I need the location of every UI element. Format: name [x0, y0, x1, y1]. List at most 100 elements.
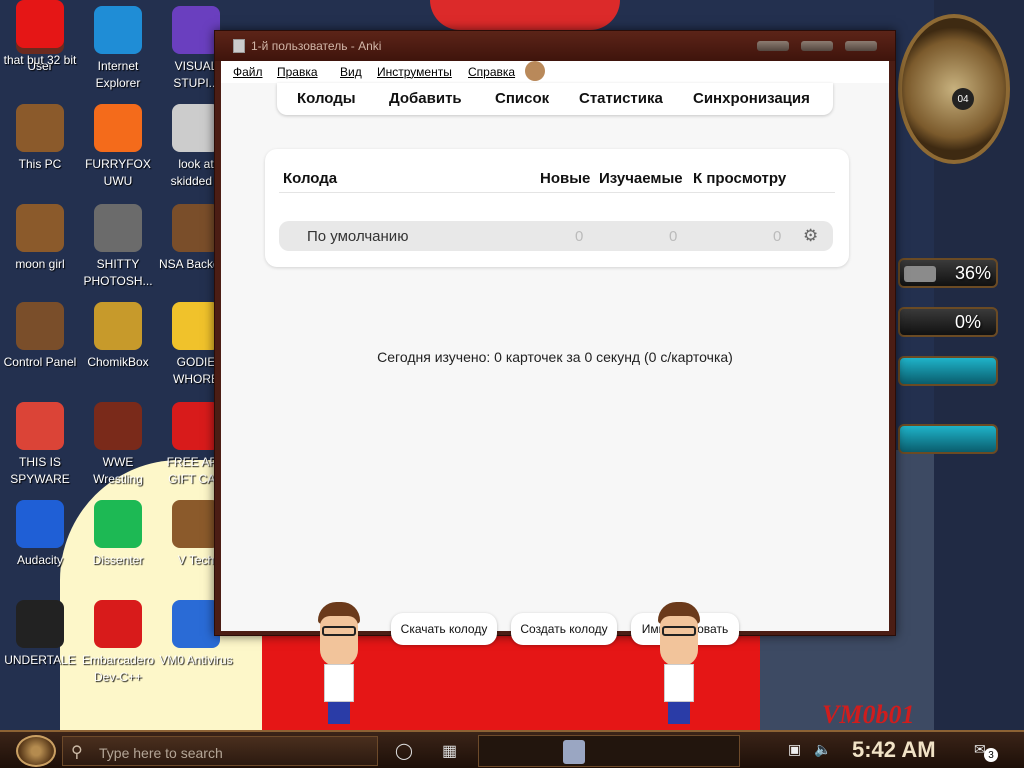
task-view-icon[interactable]: ▦ [442, 741, 457, 761]
menu-view[interactable]: Вид [340, 65, 362, 79]
cpu-gauge-fill [904, 266, 936, 282]
download-deck-button[interactable]: Скачать колоду [391, 613, 497, 645]
desktop-icon[interactable]: FURRYFOX UWU [78, 104, 158, 190]
wallpaper-red-shape-top [430, 0, 620, 30]
file-icon [16, 204, 64, 252]
desktop-icon[interactable]: Embarcadero Dev-C++ [78, 600, 158, 686]
desktop-icon-label: UNDERTALE [4, 653, 76, 667]
clock-time[interactable]: 5:42 AM [852, 737, 936, 763]
desktop-icon[interactable]: UNDERTALE [0, 600, 80, 669]
deck-review-count: 0 [773, 228, 782, 245]
top-navigation: Колоды Добавить Список Статистика Синхро… [277, 83, 833, 115]
visual-studio-icon [172, 6, 220, 54]
desktop-icon[interactable]: Dissenter [78, 500, 158, 569]
clock-gadget: 04 [898, 14, 1010, 164]
desktop-icon-label: VM0 Antivirus [159, 653, 233, 667]
deck-name[interactable]: По умолчанию [307, 228, 408, 245]
desktop-icon[interactable]: WWE Wrestling [78, 402, 158, 488]
close-button[interactable] [845, 41, 877, 51]
anki-taskbar-icon[interactable] [563, 740, 585, 764]
app-icon [172, 500, 220, 548]
desktop-icon-label: WWE Wrestling [93, 455, 143, 486]
window-titlebar[interactable]: 1-й пользователь - Anki [215, 31, 895, 61]
system-tray: ▣ 🔈 5:42 AM ✉ 3 [768, 736, 1024, 766]
menu-tools[interactable]: Инструменты [377, 65, 452, 79]
deck-options-gear-icon[interactable]: ⚙ [803, 226, 818, 246]
anki-window: 1-й пользователь - Anki Файл Правка Вид … [214, 30, 896, 645]
chrome-icon [16, 402, 64, 450]
cpu-gauge-label: 36% [955, 263, 992, 283]
desktop-icon[interactable]: THIS IS SPYWARE [0, 402, 80, 488]
oven-icon [94, 402, 142, 450]
app-icon [172, 302, 220, 350]
start-button[interactable] [16, 735, 56, 767]
apple-icon [172, 402, 220, 450]
menu-edit[interactable]: Правка [277, 65, 318, 79]
tube-gauge-1 [898, 356, 998, 386]
header-review: К просмотру [693, 170, 787, 187]
desktop-icon[interactable]: ChomikBox [78, 302, 158, 371]
deck-list-card: Колода Новые Изучаемые К просмотру По ум… [265, 149, 849, 267]
desktop-icon[interactable]: SHITTY PHOTOSH... [78, 204, 158, 290]
desktop-icon-label: SHITTY PHOTOSH... [83, 257, 153, 288]
desktop-icon[interactable]: Internet Explorer [78, 6, 158, 92]
maximize-button[interactable] [801, 41, 833, 51]
desktop-icon-label: Audacity [16, 553, 64, 567]
deck-browser: Колоды Добавить Список Статистика Синхро… [221, 83, 889, 645]
edge-browser-icon [94, 6, 142, 54]
studied-today-text: Сегодня изучено: 0 карточек за 0 секунд … [377, 349, 733, 365]
window-title: 1-й пользователь - Anki [251, 39, 382, 53]
taskbar: ⚲ Type here to search ◯ ▦ ▣ 🔈 5:42 AM ✉ … [0, 730, 1024, 768]
desktop-icon-label: Control Panel [3, 355, 77, 369]
firefox-icon [94, 104, 142, 152]
deck-row[interactable]: По умолчанию 0 0 0 ⚙ [279, 221, 833, 251]
menu-file[interactable]: Файл [233, 65, 263, 79]
desktop-icon-label: that but 32 bit [3, 53, 77, 67]
nav-add[interactable]: Добавить [389, 90, 462, 107]
menu-help[interactable]: Справка [468, 65, 515, 79]
tube-gauge-2 [898, 424, 998, 454]
app-icon [16, 0, 64, 48]
hamster-app-icon [94, 302, 142, 350]
desktop-icon[interactable]: Control Panel [0, 302, 80, 371]
minimize-button[interactable] [757, 41, 789, 51]
computer-icon [16, 104, 64, 152]
devcpp-icon [94, 600, 142, 648]
desktop-icon[interactable]: Audacity [0, 500, 80, 569]
nav-browse[interactable]: Список [495, 90, 549, 107]
desktop-icon-label: ChomikBox [87, 355, 149, 369]
header-learning: Изучаемые [599, 170, 683, 187]
shield-icon [172, 600, 220, 648]
menu-bar: Файл Правка Вид Инструменты Справка [221, 61, 889, 83]
search-placeholder: Type here to search [99, 745, 223, 761]
gimp-icon [94, 204, 142, 252]
volume-muted-icon[interactable]: 🔈 [814, 741, 831, 758]
deck-new-count: 0 [575, 228, 584, 245]
create-deck-button[interactable]: Создать колоду [511, 613, 617, 645]
desktop-icon-label: This PC [18, 157, 62, 171]
nav-decks[interactable]: Колоды [297, 90, 356, 107]
copy-icon [172, 104, 220, 152]
header-divider [279, 192, 835, 193]
network-icon[interactable]: ▣ [788, 741, 801, 758]
cartoon-figure-left [314, 602, 364, 724]
desktop-icon-label: FURRYFOX UWU [85, 157, 151, 188]
anki-app-icon [233, 39, 245, 53]
desktop-icon[interactable]: moon girl [0, 204, 80, 273]
desktop-icon-label: Internet Explorer [95, 59, 141, 90]
taskbar-apps [478, 735, 740, 767]
nav-sync[interactable]: Синхронизация [693, 90, 810, 107]
desktop-icon[interactable]: This PC [0, 104, 80, 173]
header-new: Новые [540, 170, 591, 187]
taskbar-search[interactable]: ⚲ Type here to search [62, 736, 378, 766]
cog-decoration-icon [525, 61, 545, 81]
header-deck: Колода [283, 170, 338, 187]
spotify-icon [94, 500, 142, 548]
unity-icon [16, 600, 64, 648]
audacity-icon [16, 500, 64, 548]
desktop-icon[interactable]: that but 32 bit [0, 0, 80, 69]
search-icon: ⚲ [71, 744, 83, 761]
nav-stats[interactable]: Статистика [579, 90, 663, 107]
cortana-icon[interactable]: ◯ [395, 741, 413, 761]
desktop-icon-label: Embarcadero Dev-C++ [81, 653, 155, 684]
